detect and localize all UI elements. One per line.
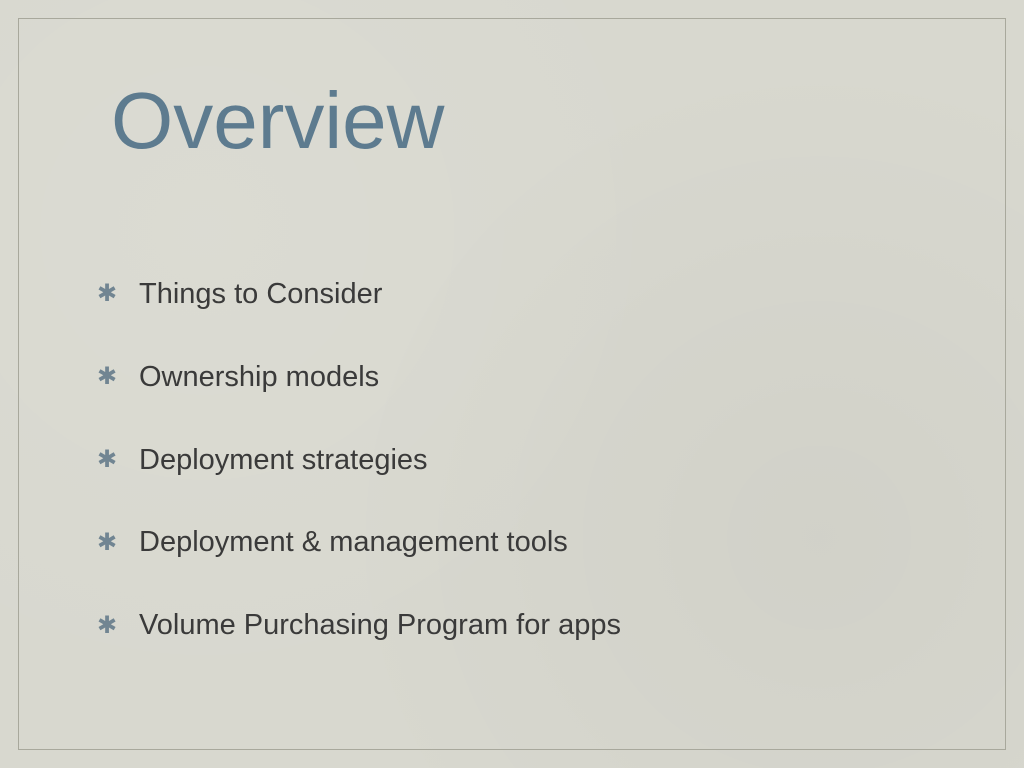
slide-title: Overview — [111, 75, 935, 167]
bullet-item: ✱ Ownership models — [97, 360, 935, 395]
slide-frame: Overview ✱ Things to Consider ✱ Ownershi… — [18, 18, 1006, 750]
bullet-item: ✱ Deployment strategies — [97, 443, 935, 478]
bullet-text: Deployment & management tools — [139, 525, 568, 560]
asterisk-icon: ✱ — [97, 533, 117, 553]
bullet-text: Deployment strategies — [139, 443, 428, 478]
bullet-text: Things to Consider — [139, 277, 382, 312]
bullet-text: Ownership models — [139, 360, 379, 395]
bullet-item: ✱ Deployment & management tools — [97, 525, 935, 560]
asterisk-icon: ✱ — [97, 616, 117, 636]
asterisk-icon: ✱ — [97, 367, 117, 387]
slide-content: Overview ✱ Things to Consider ✱ Ownershi… — [19, 19, 1005, 731]
bullet-item: ✱ Volume Purchasing Program for apps — [97, 608, 935, 643]
asterisk-icon: ✱ — [97, 284, 117, 304]
bullet-list: ✱ Things to Consider ✱ Ownership models … — [89, 277, 935, 643]
bullet-text: Volume Purchasing Program for apps — [139, 608, 621, 643]
asterisk-icon: ✱ — [97, 450, 117, 470]
bullet-item: ✱ Things to Consider — [97, 277, 935, 312]
